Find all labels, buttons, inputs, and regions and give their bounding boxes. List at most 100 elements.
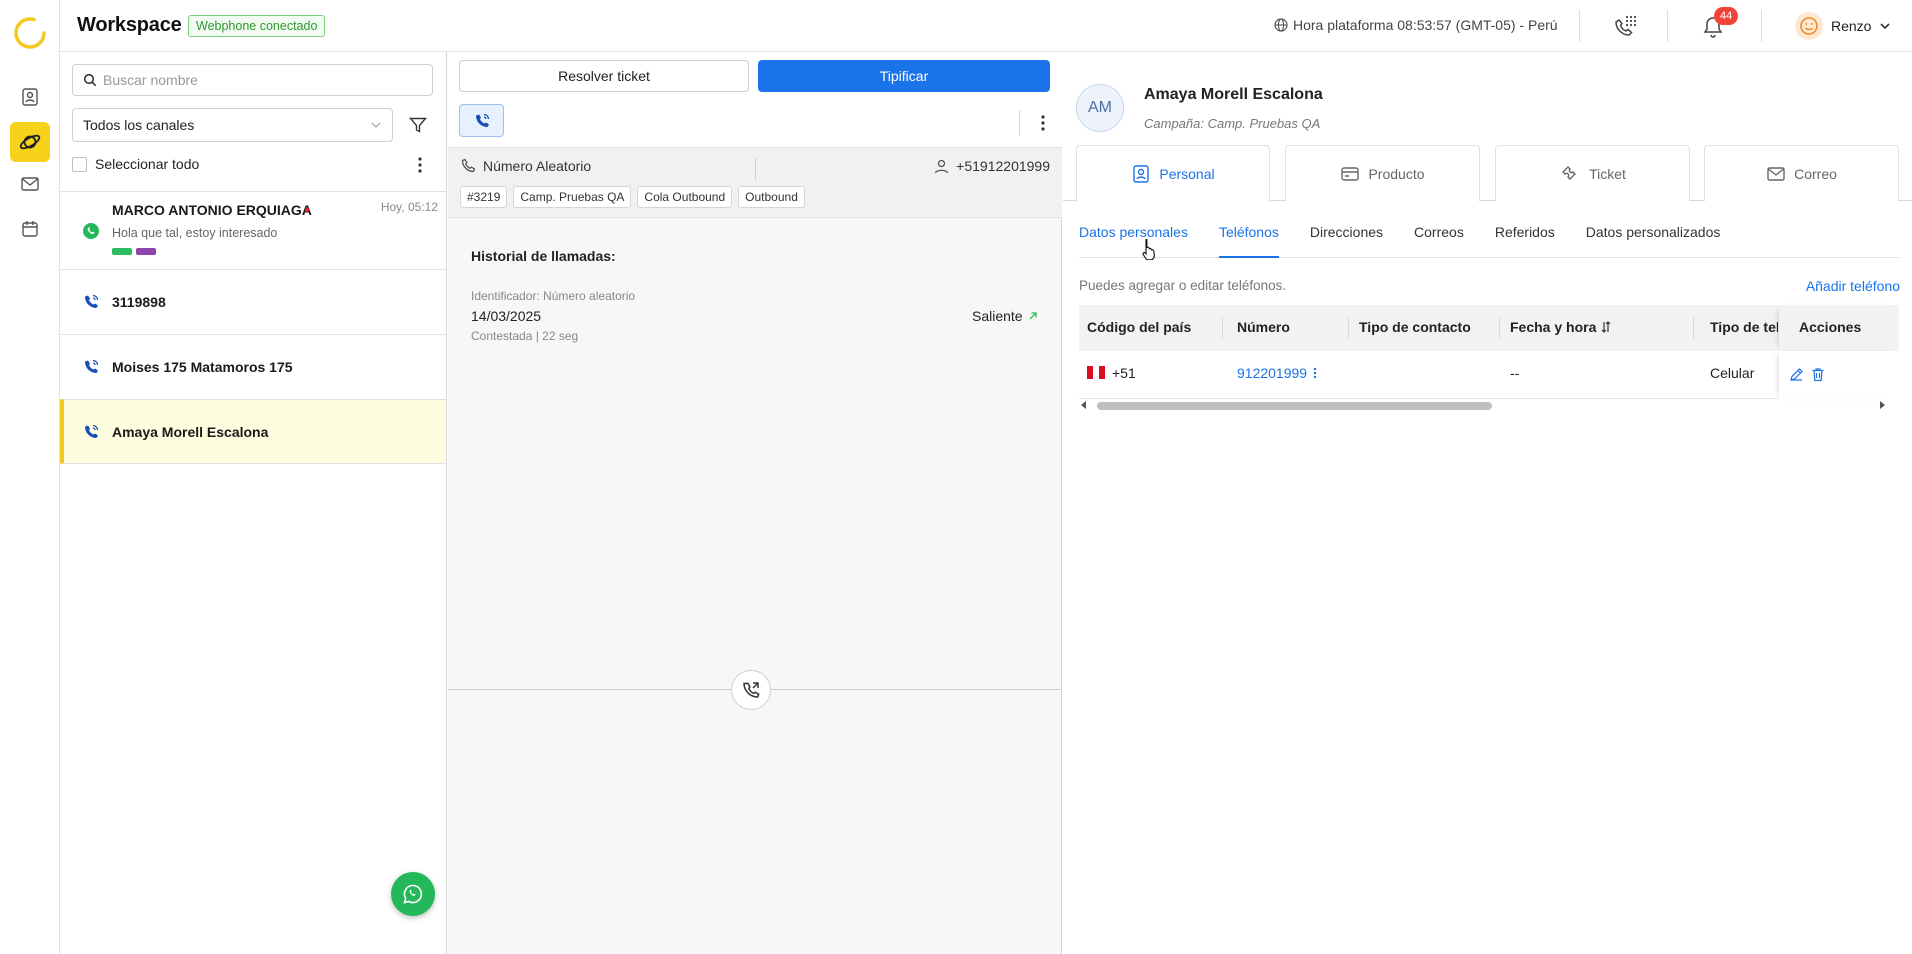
search-input[interactable] bbox=[103, 72, 423, 88]
notification-count-badge: 44 bbox=[1714, 7, 1739, 25]
left-rail bbox=[0, 0, 60, 954]
timestamp: Hoy, 05:12 bbox=[380, 200, 438, 214]
phone-icon bbox=[475, 113, 489, 127]
tab-producto-label: Producto bbox=[1368, 165, 1425, 182]
phone-type-cell: Celular bbox=[1710, 365, 1755, 381]
random-number-text: Número Aleatorio bbox=[483, 158, 592, 174]
phone-outline-icon bbox=[461, 158, 476, 173]
more-vertical-icon[interactable] bbox=[1313, 367, 1317, 379]
phone-number-link[interactable]: 912201999 bbox=[1237, 365, 1307, 381]
sub-tabs: Datos personales Teléfonos Direcciones C… bbox=[1079, 224, 1751, 258]
list-item[interactable]: 3119898 bbox=[60, 269, 446, 334]
phone-icon bbox=[85, 294, 99, 308]
app-logo-icon[interactable] bbox=[12, 15, 48, 51]
select-all-checkbox[interactable]: Seleccionar todo bbox=[72, 156, 199, 172]
column-header: Número bbox=[1237, 319, 1290, 335]
column-header: Tipo de contacto bbox=[1359, 319, 1471, 335]
phone-icon bbox=[85, 359, 99, 373]
chevron-down-icon bbox=[371, 122, 381, 128]
queue-chip: Cola Outbound bbox=[637, 186, 733, 208]
user-icon bbox=[22, 88, 38, 106]
list-options-button[interactable] bbox=[410, 154, 430, 176]
column-header: Tipo de tel bbox=[1710, 319, 1778, 335]
contact-name: Amaya Morell Escalona bbox=[112, 424, 269, 440]
subtab-phones[interactable]: Teléfonos bbox=[1218, 224, 1279, 258]
random-number-label: Número Aleatorio bbox=[460, 158, 591, 174]
tab-personal[interactable]: Personal bbox=[1076, 145, 1270, 202]
edit-icon[interactable] bbox=[1789, 367, 1804, 382]
column-header-sortable[interactable]: Fecha y hora bbox=[1510, 319, 1612, 335]
divider bbox=[1019, 110, 1020, 136]
page-title: Workspace bbox=[77, 14, 182, 36]
checkbox[interactable] bbox=[72, 156, 87, 172]
message-preview: Hola que tal, estoy interesado bbox=[112, 226, 278, 240]
subtab-custom-data[interactable]: Datos personalizados bbox=[1586, 224, 1721, 258]
subtab-referrals[interactable]: Referidos bbox=[1495, 224, 1555, 258]
dialpad-icon[interactable] bbox=[1610, 12, 1640, 42]
phone-channel-tab[interactable] bbox=[459, 104, 504, 137]
whatsapp-fab-button[interactable] bbox=[391, 872, 435, 916]
rail-mail-button[interactable] bbox=[10, 164, 50, 204]
rail-calendar-button[interactable] bbox=[10, 209, 50, 249]
classify-button[interactable]: Tipificar bbox=[758, 60, 1050, 92]
row-actions bbox=[1779, 351, 1899, 399]
ticket-info: Número Aleatorio +51912201999 #3219 Camp… bbox=[448, 148, 1062, 218]
channel-filter-select[interactable]: Todos los canales bbox=[72, 108, 393, 142]
rail-contacts-button[interactable] bbox=[10, 77, 50, 117]
tab-personal-label: Personal bbox=[1159, 166, 1215, 182]
chevron-down-icon bbox=[1880, 23, 1891, 30]
list-item[interactable]: MARCO ANTONIO ERQUIAGA Hoy, 05:12 Hola q… bbox=[60, 191, 446, 269]
call-history-title: Historial de llamadas: bbox=[471, 248, 616, 264]
tab-ticket-label: Ticket bbox=[1589, 165, 1626, 182]
hand-cursor-icon bbox=[1142, 238, 1155, 260]
avatar bbox=[1795, 12, 1823, 40]
call-date: 14/03/2025 bbox=[471, 308, 542, 324]
more-vertical-icon bbox=[418, 157, 422, 173]
ticket-id-chip: #3219 bbox=[460, 186, 508, 208]
channel-options-button[interactable] bbox=[1033, 110, 1053, 136]
number-cell: 912201999 bbox=[1237, 365, 1317, 381]
planet-icon bbox=[19, 134, 41, 150]
mail-icon bbox=[1767, 166, 1785, 181]
search-box[interactable] bbox=[72, 64, 433, 96]
section-tabs: Personal Producto Ticket Correo bbox=[1063, 145, 1912, 202]
calendar-icon bbox=[22, 221, 38, 237]
add-phone-link[interactable]: Añadir teléfono bbox=[1806, 278, 1900, 294]
divider bbox=[755, 158, 756, 180]
list-item[interactable]: Moises 175 Matamoros 175 bbox=[60, 334, 446, 399]
scroll-right-icon[interactable] bbox=[1877, 400, 1887, 410]
peru-flag-icon bbox=[1087, 366, 1105, 379]
column-header: Código del país bbox=[1087, 319, 1192, 335]
rail-workspace-button[interactable] bbox=[10, 122, 50, 162]
divider bbox=[1348, 317, 1349, 339]
contact-campaign: Campaña: Camp. Pruebas QA bbox=[1144, 116, 1321, 131]
search-icon bbox=[83, 73, 97, 87]
scroll-left-icon[interactable] bbox=[1079, 400, 1089, 410]
channel-filter-value: Todos los canales bbox=[83, 117, 195, 133]
actions-header: Acciones bbox=[1779, 305, 1899, 351]
resolve-ticket-button[interactable]: Resolver ticket bbox=[459, 60, 749, 92]
tab-correo[interactable]: Correo bbox=[1704, 145, 1899, 201]
contact-name: MARCO ANTONIO ERQUIAGA bbox=[112, 202, 312, 218]
datetime-cell: -- bbox=[1510, 365, 1520, 381]
subtab-emails[interactable]: Correos bbox=[1414, 224, 1464, 258]
scrollbar-thumb[interactable] bbox=[1097, 402, 1492, 410]
top-bar: Workspace Webphone conectado Hora plataf… bbox=[60, 0, 1912, 52]
trash-icon[interactable] bbox=[1811, 367, 1825, 382]
user-menu[interactable]: Renzo bbox=[1795, 12, 1891, 40]
tab-ticket[interactable]: Ticket bbox=[1495, 145, 1690, 201]
subtab-personal-data[interactable]: Datos personales bbox=[1079, 224, 1188, 258]
whatsapp-icon bbox=[83, 223, 99, 239]
horizontal-scrollbar[interactable] bbox=[1079, 398, 1899, 412]
column-header-label: Fecha y hora bbox=[1510, 319, 1597, 335]
subtab-addresses[interactable]: Direcciones bbox=[1310, 224, 1383, 258]
filter-icon bbox=[408, 117, 428, 133]
tab-producto[interactable]: Producto bbox=[1285, 145, 1480, 201]
contact-panel: AM Amaya Morell Escalona Campaña: Camp. … bbox=[1063, 52, 1912, 954]
tag-purple bbox=[136, 248, 156, 255]
call-action-button[interactable] bbox=[731, 670, 771, 710]
list-item[interactable]: Amaya Morell Escalona bbox=[60, 399, 446, 464]
divider bbox=[1579, 10, 1580, 42]
smiley-icon bbox=[1800, 17, 1818, 35]
filter-button[interactable] bbox=[405, 112, 431, 138]
